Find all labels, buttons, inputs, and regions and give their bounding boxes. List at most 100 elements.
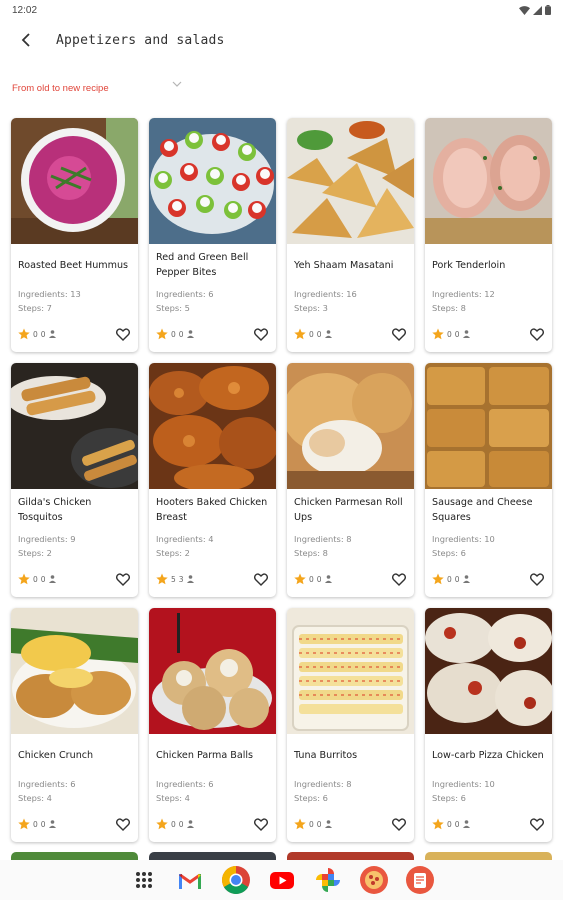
favorite-button[interactable] [253, 326, 269, 342]
heart-icon [116, 817, 130, 831]
card-footer: 0 0 [18, 816, 131, 832]
steps-count: Steps: 7 [18, 303, 52, 313]
rating-value: 0 [447, 574, 452, 584]
chrome-icon [221, 866, 250, 894]
recipe-title: Yeh Shaam Masatani [294, 259, 394, 271]
favorite-button[interactable] [391, 571, 407, 587]
rating-users-count: 0 [316, 574, 322, 584]
person-icon [48, 330, 56, 338]
favorite-button[interactable] [529, 571, 545, 587]
steps-count: Steps: 4 [156, 793, 190, 803]
rating-value: 0 [33, 329, 38, 339]
signal-icon [533, 5, 542, 15]
heart-icon [254, 572, 268, 586]
rating: 0 0 [432, 573, 470, 585]
recipe-card[interactable]: Yeh Shaam Masatani Ingredients: 16 Steps… [287, 118, 414, 352]
star-icon [294, 573, 306, 585]
recipe-title: Sausage and Cheese Squares [432, 497, 533, 523]
star-icon [156, 573, 168, 585]
heart-icon [530, 572, 544, 586]
favorite-button[interactable] [253, 816, 269, 832]
recipe-photo [287, 363, 414, 489]
favorite-button[interactable] [529, 326, 545, 342]
photos-button[interactable] [313, 865, 343, 895]
recipe-title: Chicken Crunch [18, 749, 94, 761]
recipe-card-peek[interactable] [425, 852, 552, 860]
favorite-button[interactable] [391, 326, 407, 342]
youtube-button[interactable] [267, 865, 297, 895]
app-drawer-icon [135, 872, 152, 888]
recipe-card[interactable]: Red and Green Bell Pepper Bites Ingredie… [149, 118, 276, 352]
chrome-button[interactable] [221, 865, 251, 895]
favorite-button[interactable] [115, 326, 131, 342]
person-icon [186, 820, 194, 828]
recipe-photo [149, 118, 276, 244]
recipe-card[interactable]: Tuna Burritos Ingredients: 8 Steps: 6 0 … [287, 608, 414, 842]
rating-value: 0 [309, 819, 314, 829]
recipe-card[interactable]: Roasted Beet Hummus Ingredients: 13 Step… [11, 118, 138, 352]
rating-users-count: 0 [454, 574, 460, 584]
person-icon [462, 575, 470, 583]
heart-icon [392, 327, 406, 341]
person-icon [462, 820, 470, 828]
recipe-card-peek[interactable] [11, 852, 138, 860]
rating: 0 0 [294, 328, 332, 340]
recipe-photo [425, 363, 552, 489]
next-row-peek [11, 852, 553, 860]
recipe-card[interactable]: Hooters Baked Chicken Breast Ingredients… [149, 363, 276, 597]
steps-count: Steps: 2 [18, 548, 52, 558]
steps-count: Steps: 3 [294, 303, 328, 313]
person-icon [48, 820, 56, 828]
card-footer: 0 0 [432, 571, 545, 587]
card-footer: 0 0 [18, 571, 131, 587]
ingredients-count: Ingredients: 13 [18, 289, 81, 299]
app-drawer-button[interactable] [129, 865, 159, 895]
recipe-card[interactable]: Chicken Parma Balls Ingredients: 6 Steps… [149, 608, 276, 842]
steps-count: Steps: 6 [432, 793, 466, 803]
sort-dropdown[interactable]: From old to new recipe [12, 78, 192, 98]
gmail-icon [178, 873, 201, 889]
star-icon [18, 818, 30, 830]
rating-value: 5 [171, 574, 176, 584]
heart-icon [116, 327, 130, 341]
rating: 0 0 [294, 573, 332, 585]
recipe-card[interactable]: Chicken Crunch Ingredients: 6 Steps: 4 0… [11, 608, 138, 842]
back-button[interactable] [8, 22, 44, 58]
pizza-recipes-app-button[interactable] [359, 865, 389, 895]
favorite-button[interactable] [529, 816, 545, 832]
favorite-button[interactable] [115, 816, 131, 832]
recipe-card[interactable]: Gilda's Chicken Tosquitos Ingredients: 9… [11, 363, 138, 597]
favorite-button[interactable] [253, 571, 269, 587]
recipe-title: Gilda's Chicken Tosquitos [18, 497, 92, 523]
recipe-card[interactable]: Pork Tenderloin Ingredients: 12 Steps: 8… [425, 118, 552, 352]
favorite-button[interactable] [391, 816, 407, 832]
page-title: Appetizers and salads [56, 32, 225, 48]
recipe-photo [11, 363, 138, 489]
recipe-card-peek[interactable] [287, 852, 414, 860]
gmail-button[interactable] [175, 865, 205, 895]
ingredients-count: Ingredients: 8 [294, 779, 352, 789]
rating-users-count: 3 [178, 574, 184, 584]
status-time: 12:02 [12, 4, 38, 16]
recipe-title: Roasted Beet Hummus [18, 259, 129, 271]
rating-users-count: 0 [454, 819, 460, 829]
heart-icon [392, 817, 406, 831]
recipe-photo [11, 118, 138, 244]
recipe-grid: Roasted Beet Hummus Ingredients: 13 Step… [11, 118, 553, 842]
rating-users-count: 0 [316, 329, 322, 339]
heart-icon [530, 327, 544, 341]
ingredients-count: Ingredients: 10 [432, 779, 495, 789]
recipe-card-peek[interactable] [149, 852, 276, 860]
rating-users-count: 0 [40, 329, 46, 339]
recipe-card[interactable]: Low-carb Pizza Chicken Ingredients: 10 S… [425, 608, 552, 842]
recipe-card[interactable]: Sausage and Cheese Squares Ingredients: … [425, 363, 552, 597]
card-footer: 0 0 [294, 816, 407, 832]
recipe-title: Tuna Burritos [294, 749, 358, 761]
recipe-book-app-button[interactable] [405, 865, 435, 895]
rating-users-count: 0 [178, 329, 184, 339]
taskbar [0, 860, 563, 900]
recipe-card[interactable]: Chicken Parmesan Roll Ups Ingredients: 8… [287, 363, 414, 597]
favorite-button[interactable] [115, 571, 131, 587]
heart-icon [392, 572, 406, 586]
person-icon [186, 330, 194, 338]
